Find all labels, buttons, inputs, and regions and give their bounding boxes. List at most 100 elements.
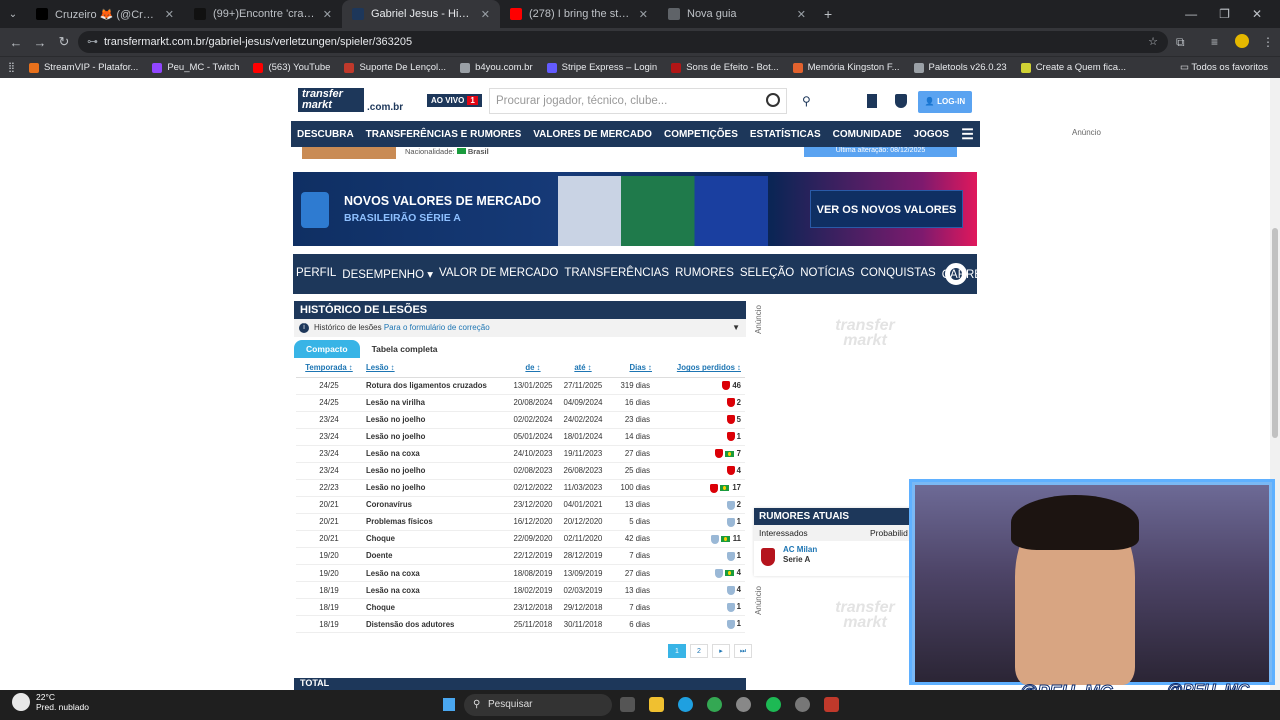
banner-cta-button[interactable]: VER OS NOVOS VALORES bbox=[810, 190, 963, 228]
subnav-item[interactable]: DESEMPENHO ▾ bbox=[339, 267, 436, 281]
main-nav-item[interactable]: TRANSFERÊNCIAS E RUMORES bbox=[360, 129, 528, 140]
obs-icon[interactable] bbox=[795, 697, 810, 712]
brazil-flag-icon bbox=[456, 148, 466, 154]
media-icon[interactable]: ≡ bbox=[1211, 35, 1218, 49]
bookmark-label: (563) YouTube bbox=[268, 62, 331, 73]
menu-icon[interactable]: ⋮ bbox=[1262, 35, 1274, 49]
app-icon[interactable] bbox=[824, 697, 839, 712]
scrollbar-thumb[interactable] bbox=[1272, 228, 1278, 438]
main-nav-item[interactable]: DESCUBRA bbox=[291, 129, 360, 140]
from-cell: 02/08/2023 bbox=[508, 462, 558, 480]
gear-icon[interactable] bbox=[945, 263, 967, 285]
live-badge[interactable]: AO VIVO 1 bbox=[427, 94, 482, 107]
page-button[interactable]: 1 bbox=[668, 644, 686, 658]
profile-avatar[interactable] bbox=[1235, 34, 1249, 48]
close-window-icon[interactable]: ✕ bbox=[1252, 7, 1262, 21]
bookmark-item[interactable]: Memória Kingston F... bbox=[792, 62, 900, 73]
bookmark-item[interactable]: Peu_MC - Twitch bbox=[152, 62, 239, 73]
main-nav-item[interactable]: JOGOS bbox=[908, 129, 956, 140]
page-button[interactable]: ⏭ bbox=[734, 644, 752, 658]
browser-tab[interactable]: (99+)Encontre 'craque ou genio' ✕ bbox=[184, 0, 342, 28]
settings-icon[interactable] bbox=[736, 697, 751, 712]
bookmark-item[interactable]: (563) YouTube bbox=[253, 62, 330, 73]
tab-search-icon[interactable]: ⌄ bbox=[0, 9, 26, 20]
new-tab-button[interactable]: + bbox=[824, 6, 832, 22]
windows-start-icon[interactable] bbox=[441, 697, 456, 712]
main-nav-item[interactable]: ESTATÍSTICAS bbox=[744, 129, 827, 140]
bookmark-item[interactable]: StreamVIP - Platafor... bbox=[28, 62, 138, 73]
url-field[interactable]: ⊶ transfermarkt.com.br/gabriel-jesus/ver… bbox=[78, 31, 1168, 53]
page-button[interactable]: 2 bbox=[690, 644, 708, 658]
subnav-item[interactable]: SELEÇÃO bbox=[737, 267, 797, 281]
subnav-item[interactable]: VALOR DE MERCADO bbox=[436, 267, 561, 281]
tab-close-icon[interactable]: ✕ bbox=[323, 8, 332, 21]
hamburger-menu-icon[interactable]: ☰ bbox=[955, 126, 980, 143]
tab-full-table[interactable]: Tabela completa bbox=[360, 340, 450, 358]
login-button[interactable]: 👤 LOG-IN bbox=[918, 91, 972, 113]
all-bookmarks[interactable]: ▭ Todos os favoritos bbox=[1180, 62, 1268, 73]
browser-tab[interactable]: Gabriel Jesus - Histórico de lesões ✕ bbox=[342, 0, 500, 28]
bookmark-item[interactable]: Paletools v26.0.23 bbox=[913, 62, 1007, 73]
arsenal-crest-icon bbox=[722, 381, 731, 391]
column-header[interactable]: de ↕ bbox=[508, 359, 558, 378]
market-value-banner[interactable]: NOVOS VALORES DE MERCADO BRASILEIRÃO SÉR… bbox=[293, 172, 977, 246]
column-header[interactable]: Jogos perdidos ↕ bbox=[656, 359, 745, 378]
tab-close-icon[interactable]: ✕ bbox=[639, 8, 648, 21]
browser-tab[interactable]: (278) I bring the streets to the party ✕ bbox=[500, 0, 658, 28]
extensions-icon[interactable]: ⧉ bbox=[1176, 35, 1185, 50]
edge-icon[interactable] bbox=[678, 697, 693, 712]
column-header[interactable]: Dias ↕ bbox=[608, 359, 656, 378]
bookmark-item[interactable]: Suporte De Lençol... bbox=[344, 62, 446, 73]
user-search-icon[interactable]: ⚲ bbox=[802, 94, 814, 108]
main-nav-item[interactable]: VALORES DE MERCADO bbox=[527, 129, 658, 140]
taskbar-search[interactable]: ⚲ Pesquisar bbox=[464, 694, 612, 716]
rumor-club-link[interactable]: AC Milan bbox=[783, 545, 817, 554]
spotify-icon[interactable] bbox=[766, 697, 781, 712]
bookmark-star-icon[interactable]: ☆ bbox=[1148, 31, 1158, 53]
watchlist-icon[interactable] bbox=[867, 94, 877, 108]
chrome-icon[interactable] bbox=[707, 697, 722, 712]
reload-icon[interactable]: ↻ bbox=[52, 34, 76, 50]
page-button[interactable]: ▸ bbox=[712, 644, 730, 658]
file-explorer-icon[interactable] bbox=[649, 697, 664, 712]
chevron-down-icon[interactable]: ▼ bbox=[732, 319, 740, 337]
subnav-item[interactable]: NOTÍCIAS bbox=[797, 267, 857, 281]
brazil-flag-icon bbox=[724, 450, 734, 457]
transfermarkt-logo[interactable]: transfer markt bbox=[298, 88, 364, 112]
days-cell: 23 dias bbox=[608, 411, 656, 429]
browser-tab[interactable]: Cruzeiro 🦊 (@Cruzeiro) / X ✕ bbox=[26, 0, 184, 28]
site-info-icon[interactable]: ⊶ bbox=[87, 31, 98, 53]
subnav-item[interactable]: RUMORES bbox=[672, 267, 737, 281]
browser-tab[interactable]: Nova guia ✕ bbox=[658, 0, 816, 28]
weather-widget[interactable]: 22°C Pred. nublado bbox=[12, 692, 89, 712]
bookmark-item[interactable]: Sons de Efeito - Bot... bbox=[671, 62, 779, 73]
tab-close-icon[interactable]: ✕ bbox=[165, 8, 174, 21]
bookmark-favicon-icon bbox=[28, 62, 39, 73]
injury-cell: Lesão na coxa bbox=[362, 564, 508, 583]
subnav-item[interactable]: TRANSFERÊNCIAS bbox=[561, 267, 672, 281]
tab-close-icon[interactable]: ✕ bbox=[797, 8, 806, 21]
bookmark-item[interactable]: Stripe Express – Login bbox=[546, 62, 657, 73]
search-input[interactable]: Procurar jogador, técnico, clube... bbox=[489, 88, 787, 114]
forward-icon[interactable]: → bbox=[28, 35, 52, 50]
task-view-icon[interactable] bbox=[620, 697, 635, 712]
bookmark-item[interactable]: b4you.com.br bbox=[460, 62, 533, 73]
until-cell: 20/12/2020 bbox=[558, 513, 608, 531]
apps-icon[interactable]: ⣿ bbox=[8, 62, 15, 73]
search-icon[interactable] bbox=[766, 93, 780, 107]
subnav-item[interactable]: PERFIL bbox=[293, 267, 339, 281]
tab-compact[interactable]: Compacto bbox=[294, 340, 360, 358]
shield-icon[interactable] bbox=[895, 94, 907, 108]
tab-close-icon[interactable]: ✕ bbox=[481, 8, 490, 21]
column-header[interactable]: Temporada ↕ bbox=[296, 359, 362, 378]
subnav-item[interactable]: CONQUISTAS bbox=[858, 267, 939, 281]
column-header[interactable]: Lesão ↕ bbox=[362, 359, 508, 378]
maximize-icon[interactable]: ❐ bbox=[1219, 7, 1230, 21]
back-icon[interactable]: ← bbox=[4, 35, 28, 50]
correction-form-link[interactable]: Para o formulário de correção bbox=[384, 323, 490, 332]
minimize-icon[interactable]: — bbox=[1185, 7, 1197, 21]
main-nav-item[interactable]: COMUNIDADE bbox=[827, 129, 908, 140]
bookmark-item[interactable]: Create a Quem fica... bbox=[1020, 62, 1126, 73]
main-nav-item[interactable]: COMPETIÇÕES bbox=[658, 129, 744, 140]
column-header[interactable]: até ↕ bbox=[558, 359, 608, 378]
